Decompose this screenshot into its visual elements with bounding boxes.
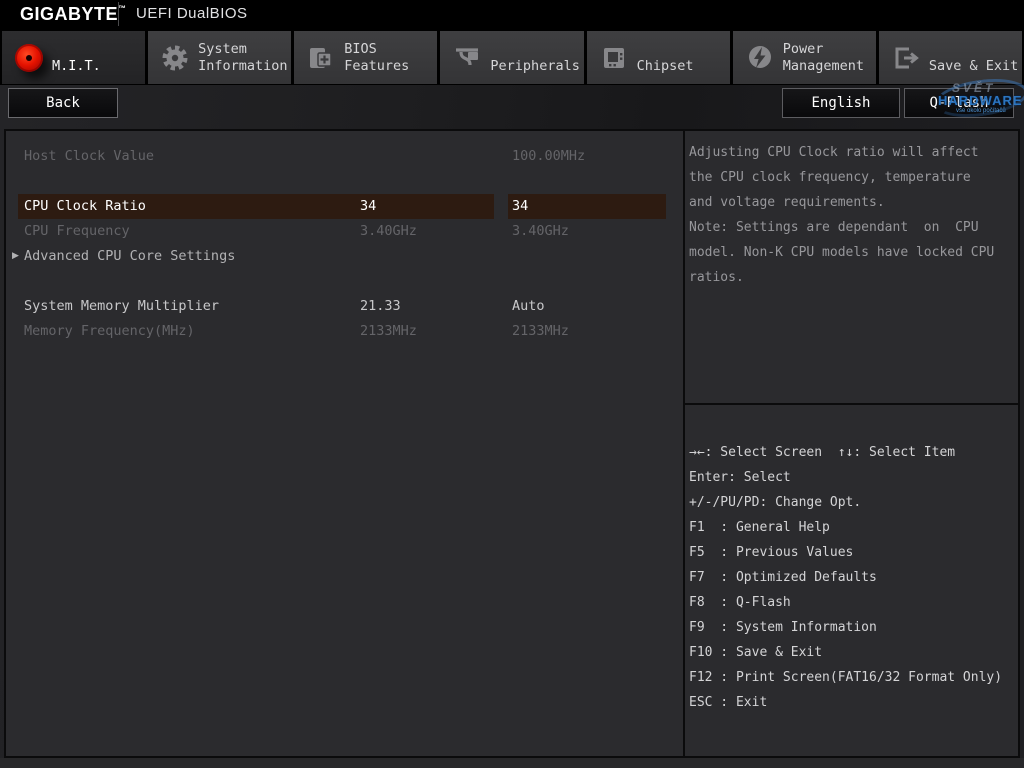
tab-label: Management (783, 58, 864, 75)
setting-row-cpu-clock-ratio[interactable]: CPU Clock Ratio 34 34 (6, 194, 683, 219)
hotkey-line: ESC : Exit (689, 690, 1015, 715)
exit-icon (891, 43, 921, 73)
setting-value: 34 (360, 194, 376, 219)
back-button[interactable]: Back (8, 88, 118, 118)
setting-value: 21.33 (360, 294, 401, 319)
submenu-arrow-icon: ▶ (12, 244, 19, 269)
setting-current-value: 34 (512, 194, 528, 219)
tab-mit[interactable]: M.I.T. (2, 31, 145, 84)
product-title: UEFI DualBIOS (136, 5, 248, 22)
spacer-row (6, 269, 683, 294)
setting-current-value: 2133MHz (512, 319, 569, 344)
setting-label: System Memory Multiplier (24, 294, 219, 319)
setting-value: 3.40GHz (360, 219, 417, 244)
chipset-icon (599, 43, 629, 73)
bottom-strip (0, 758, 1024, 768)
settings-list: Host Clock Value 100.00MHz CPU Clock Rat… (6, 131, 683, 756)
hotkey-line: F5 : Previous Values (689, 540, 1015, 565)
tab-label: M.I.T. (52, 58, 101, 75)
tab-peripherals[interactable]: Peripherals (440, 31, 583, 84)
hotkey-line: +/-/PU/PD: Change Opt. (689, 490, 1015, 515)
tab-save-exit[interactable]: Save & Exit (879, 31, 1022, 84)
help-line: Note: Settings are dependant on CPU (689, 215, 1015, 240)
setting-label: Host Clock Value (24, 144, 154, 169)
setting-label: Advanced CPU Core Settings (24, 244, 235, 269)
setting-current-value: 3.40GHz (512, 219, 569, 244)
tab-system-information[interactable]: System Information (148, 31, 291, 84)
tab-chipset[interactable]: Chipset (587, 31, 730, 84)
power-bolt-icon (745, 43, 775, 73)
setting-label: Memory Frequency(MHz) (24, 319, 195, 344)
item-help-text: Adjusting CPU Clock ratio will affect th… (685, 131, 1018, 403)
title-bar: GIGABYTE™ UEFI DualBIOS (0, 0, 1024, 28)
setting-row-system-memory-multiplier[interactable]: System Memory Multiplier 21.33 Auto (6, 294, 683, 319)
tab-label: Save & Exit (929, 58, 1018, 75)
hotkey-line: Enter: Select (689, 465, 1015, 490)
tab-bar: M.I.T. System Information (0, 28, 1024, 85)
hotkey-line: F9 : System Information (689, 615, 1015, 640)
hotkey-legend: →←: Select Screen ↑↓: Select Item Enter:… (685, 405, 1018, 756)
spacer-row (6, 169, 683, 194)
tab-label: Peripherals (490, 58, 579, 75)
help-line: and voltage requirements. (689, 190, 1015, 215)
setting-row-cpu-frequency: CPU Frequency 3.40GHz 3.40GHz (6, 219, 683, 244)
setting-label: CPU Clock Ratio (24, 194, 146, 219)
help-line: Adjusting CPU Clock ratio will affect (689, 140, 1015, 165)
qflash-button[interactable]: Q-Flash (904, 88, 1014, 118)
brand-text: GIGABYTE (20, 4, 118, 24)
bios-screen: GIGABYTE™ UEFI DualBIOS M.I.T. System In… (0, 0, 1024, 768)
hotkey-line: F10 : Save & Exit (689, 640, 1015, 665)
bios-chip-icon (306, 43, 336, 73)
hotkey-line: F8 : Q-Flash (689, 590, 1015, 615)
tab-label: Power (783, 41, 864, 58)
tab-label: Chipset (637, 58, 694, 75)
title-divider (118, 2, 119, 26)
help-line: ratios. (689, 265, 1015, 290)
help-line: model. Non-K CPU models have locked CPU (689, 240, 1015, 265)
setting-current-value: Auto (512, 294, 545, 319)
peripherals-icon (452, 43, 482, 73)
hotkey-line: F7 : Optimized Defaults (689, 565, 1015, 590)
hotkey-line: F12 : Print Screen(FAT16/32 Format Only) (689, 665, 1015, 690)
mit-gauge-icon (14, 43, 44, 73)
hotkey-line: →←: Select Screen ↑↓: Select Item (689, 440, 1015, 465)
setting-row-memory-frequency: Memory Frequency(MHz) 2133MHz 2133MHz (6, 319, 683, 344)
tab-power-management[interactable]: Power Management (733, 31, 876, 84)
help-sidebar: Adjusting CPU Clock ratio will affect th… (685, 131, 1018, 756)
setting-current-value: 100.00MHz (512, 144, 585, 169)
setting-row-host-clock-value: Host Clock Value 100.00MHz (6, 144, 683, 169)
hotkey-line: F1 : General Help (689, 515, 1015, 540)
help-line: the CPU clock frequency, temperature (689, 165, 1015, 190)
tab-label: Features (344, 58, 409, 75)
tab-label: System (198, 41, 287, 58)
setting-value: 2133MHz (360, 319, 417, 344)
setting-row-advanced-cpu-core-settings[interactable]: ▶ Advanced CPU Core Settings (6, 244, 683, 269)
tab-label: BIOS (344, 41, 409, 58)
selection-highlight (508, 194, 666, 219)
language-button[interactable]: English (782, 88, 900, 118)
gear-icon (160, 43, 190, 73)
setting-label: CPU Frequency (24, 219, 130, 244)
trademark-symbol: ™ (118, 4, 127, 13)
tab-bios-features[interactable]: BIOS Features (294, 31, 437, 84)
gigabyte-logo: GIGABYTE™ (20, 4, 127, 25)
content-panel: Host Clock Value 100.00MHz CPU Clock Rat… (4, 129, 1020, 758)
tab-label: Information (198, 58, 287, 75)
